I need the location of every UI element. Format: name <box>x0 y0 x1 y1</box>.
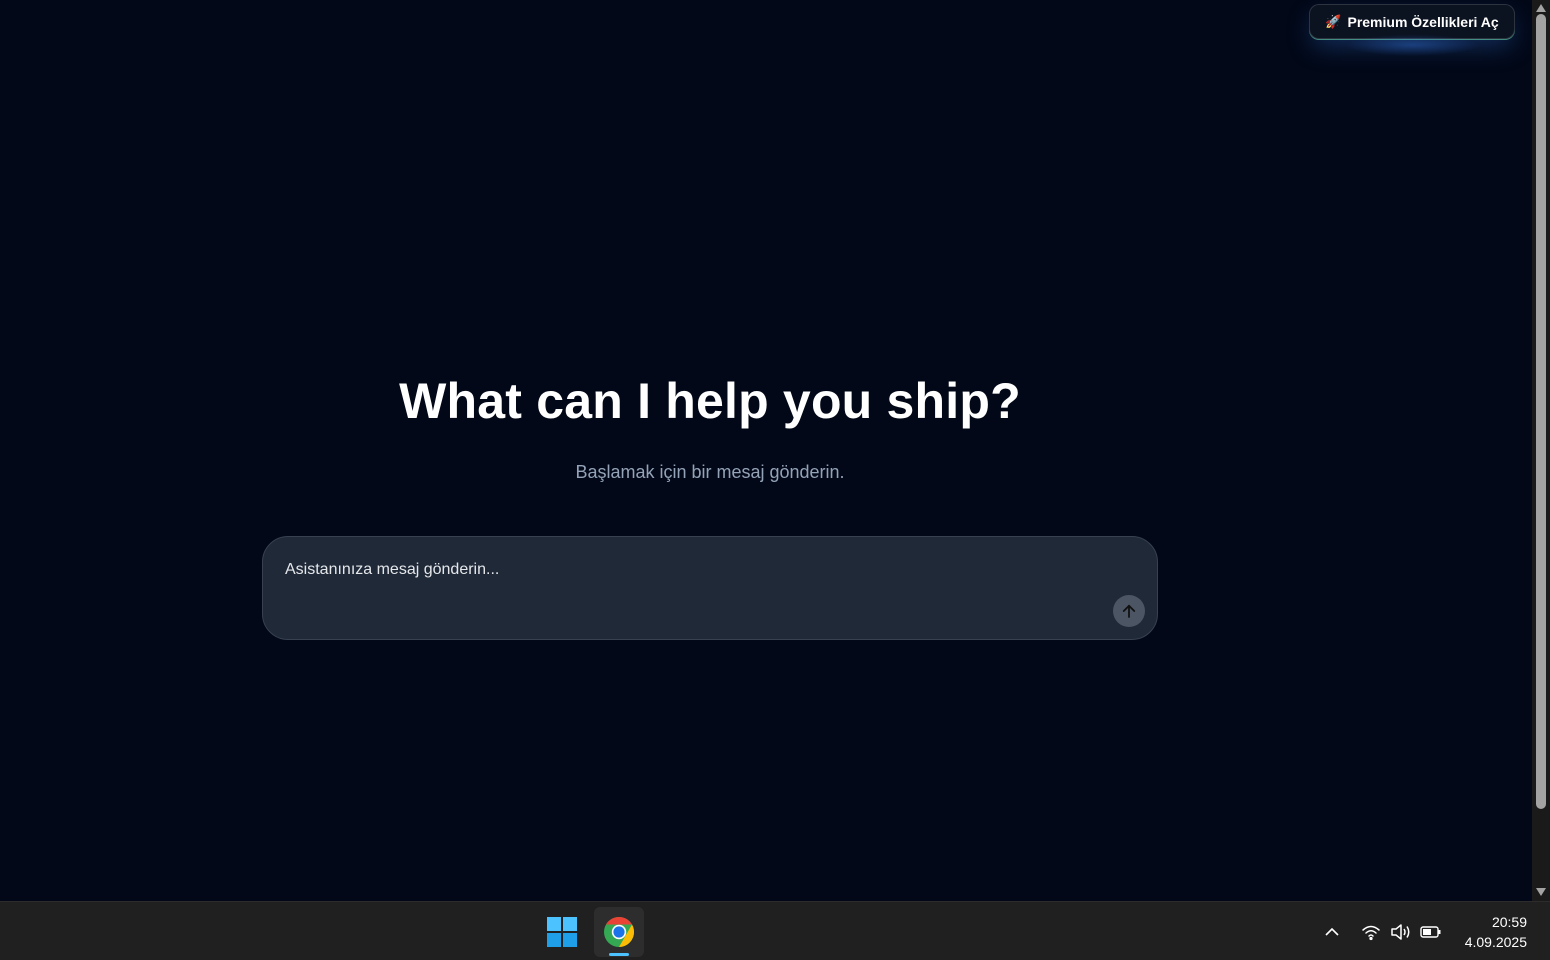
battery-button[interactable] <box>1420 921 1442 943</box>
volume-button[interactable] <box>1390 921 1412 943</box>
chrome-icon <box>604 917 635 947</box>
rocket-icon: 🚀 <box>1325 13 1342 29</box>
taskbar: 20:59 4.09.2025 <box>0 901 1550 960</box>
scroll-up-arrow-icon[interactable] <box>1535 2 1547 14</box>
chevron-up-icon <box>1325 927 1339 936</box>
message-composer <box>262 536 1158 640</box>
hero-title: What can I help you ship? <box>399 373 1021 429</box>
wifi-icon <box>1362 925 1380 941</box>
browser-viewport: 🚀 Premium Özellikleri Aç What can I help… <box>0 0 1532 901</box>
windows-start-button[interactable] <box>545 916 579 948</box>
send-button[interactable] <box>1113 595 1145 627</box>
scrollbar-thumb[interactable] <box>1536 14 1546 809</box>
premium-button-label: Premium Özellikleri Aç <box>1347 13 1499 30</box>
speaker-icon <box>1391 924 1410 940</box>
clock-date: 4.09.2025 <box>1464 934 1527 950</box>
active-app-indicator <box>609 953 629 956</box>
vertical-scrollbar[interactable] <box>1532 0 1550 901</box>
windows-start-icon <box>547 917 577 947</box>
hero-subtitle: Başlamak için bir mesaj gönderin. <box>575 462 845 482</box>
taskbar-chrome-button[interactable] <box>594 907 644 957</box>
scroll-down-arrow-icon[interactable] <box>1535 886 1547 898</box>
message-input[interactable] <box>283 557 1087 583</box>
clock-time: 20:59 <box>1491 914 1527 930</box>
arrow-up-icon <box>1122 604 1136 618</box>
system-clock[interactable]: 20:59 4.09.2025 <box>1455 912 1527 952</box>
battery-icon <box>1420 926 1441 938</box>
show-hidden-icons-button[interactable] <box>1321 921 1343 943</box>
network-button[interactable] <box>1360 921 1382 943</box>
premium-features-button[interactable]: 🚀 Premium Özellikleri Aç <box>1309 4 1515 39</box>
